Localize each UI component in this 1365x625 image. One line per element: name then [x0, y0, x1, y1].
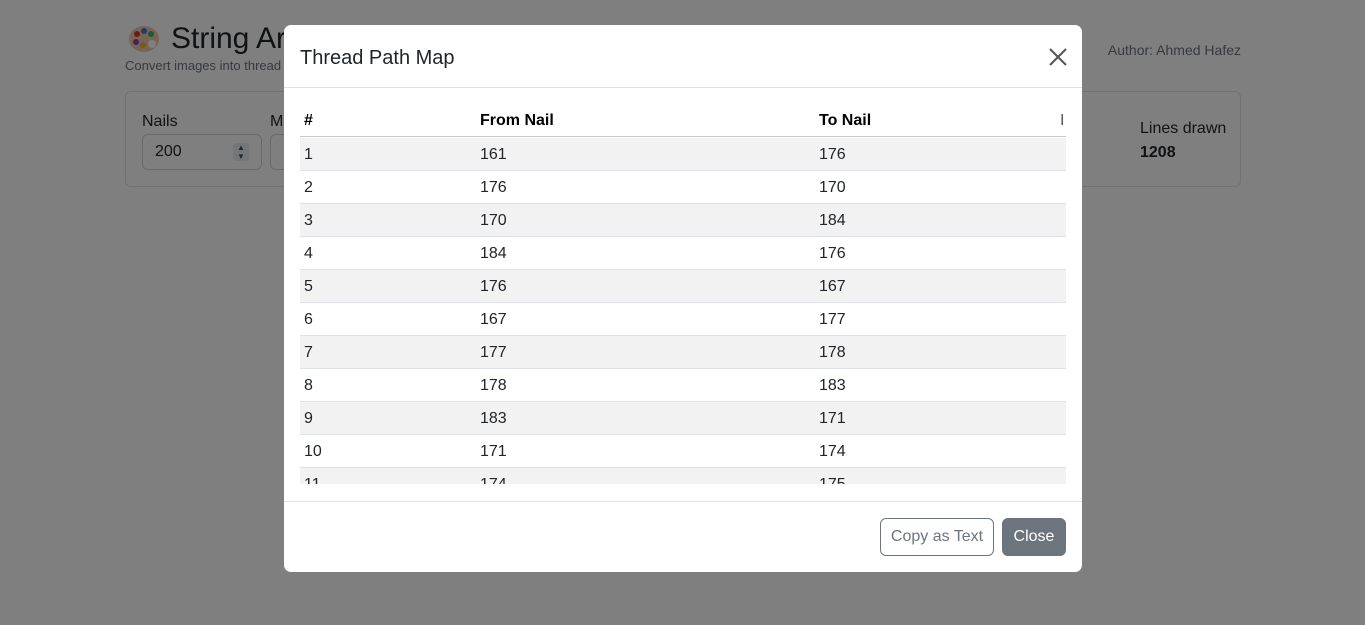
modal-title: Thread Path Map	[300, 47, 455, 69]
table-header-row: # From Nail To Nail I	[300, 105, 1066, 137]
row-index-cell: 1	[304, 146, 313, 163]
column-header-from-nail: From Nail	[480, 112, 554, 129]
from-nail-cell: 171	[480, 443, 507, 460]
to-nail-cell: 176	[819, 146, 846, 163]
copy-as-text-button[interactable]: Copy as Text	[880, 518, 994, 556]
to-nail-cell: 176	[819, 245, 846, 262]
column-header-extra: I	[1060, 112, 1065, 129]
from-nail-cell: 176	[480, 179, 507, 196]
to-nail-cell: 174	[819, 443, 846, 460]
to-nail-cell: 177	[819, 311, 846, 328]
to-nail-cell: 175	[819, 468, 846, 484]
row-index-cell: 4	[304, 245, 313, 262]
thread-path-modal: Thread Path Map # From Nail To Nail I 11…	[284, 25, 1082, 572]
table-row: 6 167 177	[300, 303, 1066, 336]
table-row: 9 183 171	[300, 402, 1066, 435]
row-index-cell: 5	[304, 278, 313, 295]
from-nail-cell: 174	[480, 468, 507, 484]
to-nail-cell: 170	[819, 179, 846, 196]
table-row: 10 171 174	[300, 435, 1066, 468]
row-index-cell: 2	[304, 179, 313, 196]
table-row: 2 176 170	[300, 171, 1066, 204]
to-nail-cell: 171	[819, 410, 846, 427]
column-header-index: #	[304, 112, 313, 129]
from-nail-cell: 184	[480, 245, 507, 262]
table-row: 3 170 184	[300, 204, 1066, 237]
from-nail-cell: 167	[480, 311, 507, 328]
table-row: 7 177 178	[300, 336, 1066, 369]
table-row: 1 161 176	[300, 138, 1066, 171]
row-index-cell: 10	[304, 443, 322, 460]
modal-footer: Copy as Text Close	[284, 501, 1082, 572]
from-nail-cell: 176	[480, 278, 507, 295]
row-index-cell: 9	[304, 410, 313, 427]
to-nail-cell: 167	[819, 278, 846, 295]
row-index-cell: 6	[304, 311, 313, 328]
row-index-cell: 8	[304, 377, 313, 394]
modal-header: Thread Path Map	[284, 25, 1082, 88]
to-nail-cell: 178	[819, 344, 846, 361]
row-index-cell: 11	[304, 468, 321, 484]
to-nail-cell: 183	[819, 377, 846, 394]
row-index-cell: 7	[304, 344, 313, 361]
table-row: 4 184 176	[300, 237, 1066, 270]
to-nail-cell: 184	[819, 212, 846, 229]
table-row: 5 176 167	[300, 270, 1066, 303]
from-nail-cell: 170	[480, 212, 507, 229]
column-header-to-nail: To Nail	[819, 112, 872, 129]
from-nail-cell: 177	[480, 344, 507, 361]
from-nail-cell: 178	[480, 377, 507, 394]
close-button[interactable]: Close	[1002, 518, 1066, 556]
table-row: 8 178 183	[300, 369, 1066, 402]
from-nail-cell: 161	[480, 146, 507, 163]
close-icon[interactable]	[1047, 46, 1069, 68]
from-nail-cell: 183	[480, 410, 507, 427]
table-row: 11 174 175	[300, 468, 1066, 484]
row-index-cell: 3	[304, 212, 313, 229]
modal-body[interactable]: # From Nail To Nail I 1 161 176 2 176 170 3 170…	[300, 105, 1066, 484]
